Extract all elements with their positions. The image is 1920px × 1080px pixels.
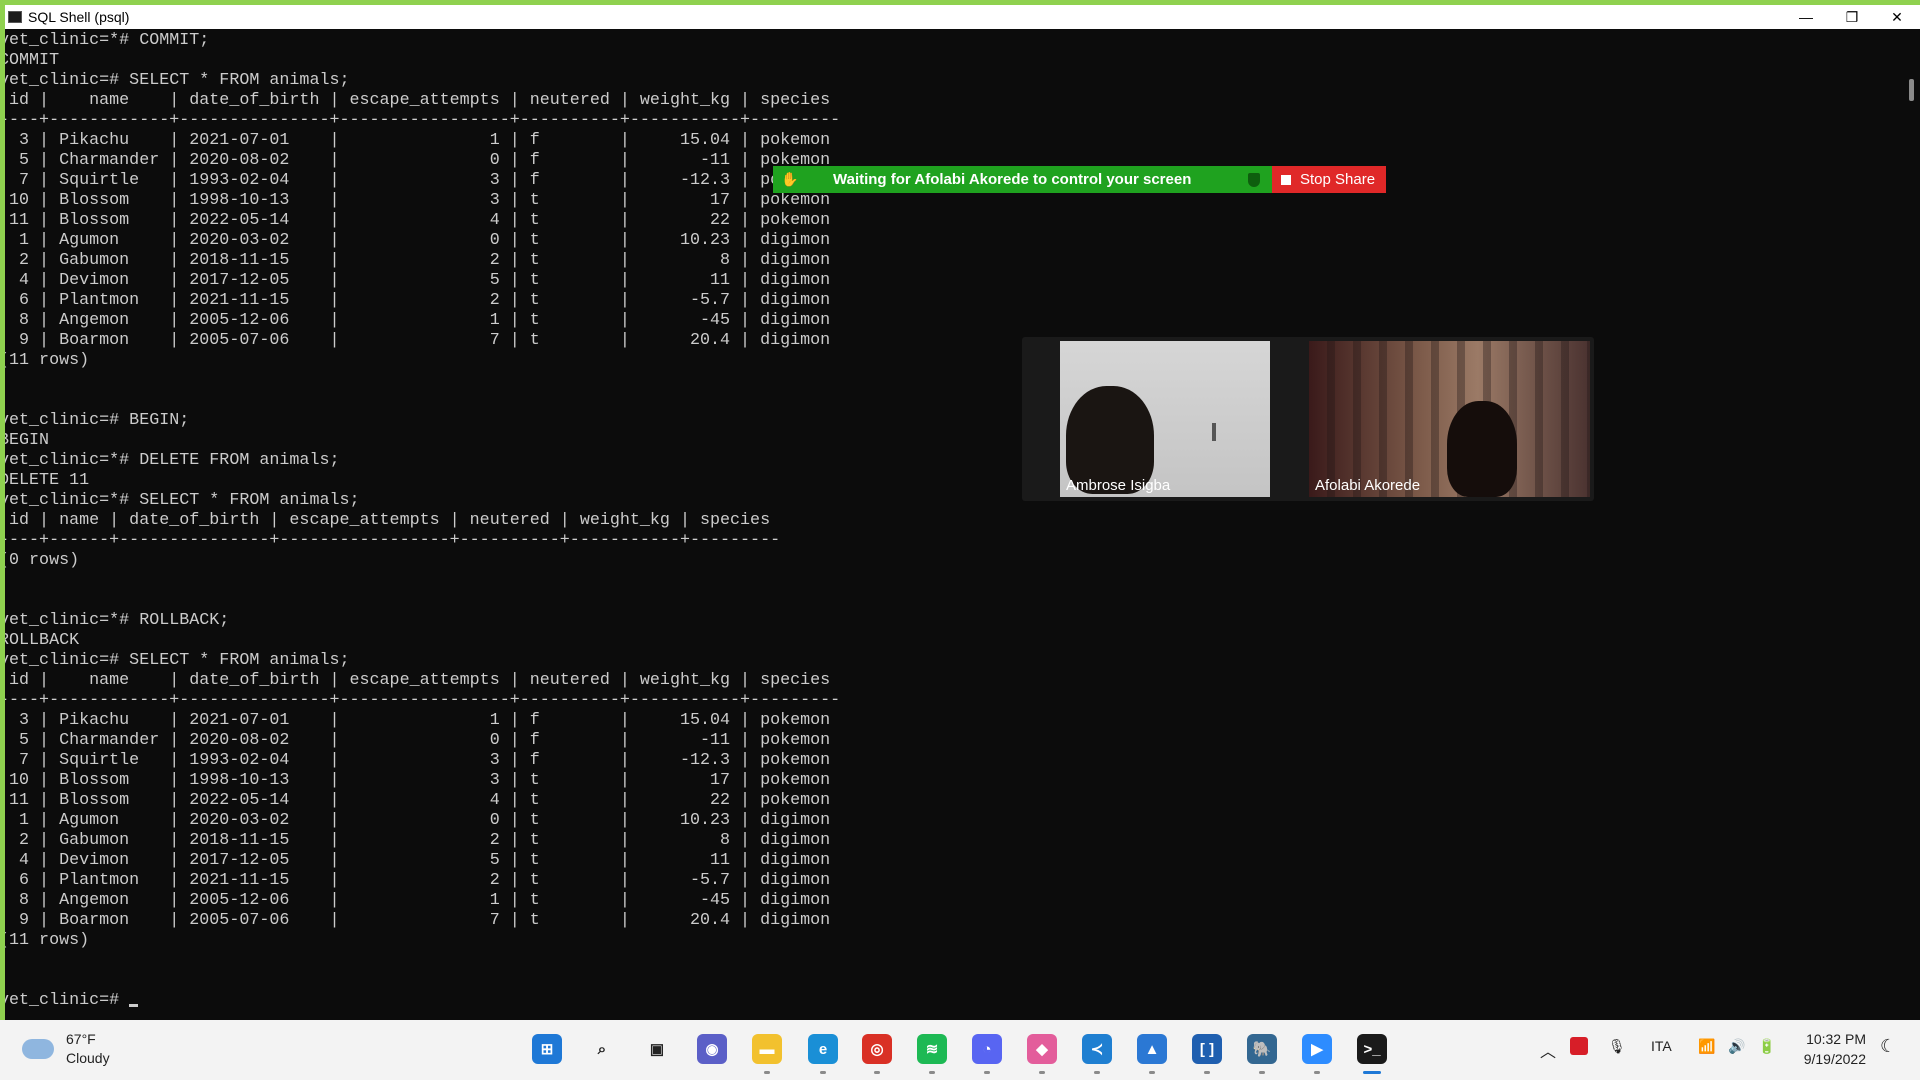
running-indicator	[764, 1071, 770, 1074]
terminal-app-icon	[8, 11, 22, 23]
video-tile[interactable]: Afolabi Akorede	[1309, 341, 1590, 497]
cloud-icon	[22, 1039, 54, 1059]
chrome-icon[interactable]: ◎	[862, 1034, 892, 1064]
terminal-icon[interactable]: >_	[1357, 1034, 1387, 1064]
clock-time: 10:32 PM	[1806, 1031, 1866, 1047]
running-indicator	[1314, 1071, 1320, 1074]
chat-icon[interactable]: ◉	[697, 1034, 727, 1064]
running-indicator	[1363, 1071, 1381, 1074]
zoom-icon[interactable]: ▶	[1302, 1034, 1332, 1064]
app-bracket-icon[interactable]: [ ]	[1192, 1034, 1222, 1064]
video-gallery[interactable]: Ambrose Isigba Afolabi Akorede	[1022, 337, 1594, 501]
clock-date: 9/19/2022	[1803, 1051, 1866, 1067]
maximize-button[interactable]: ❐	[1829, 5, 1875, 29]
running-indicator	[1149, 1071, 1155, 1074]
wifi-icon[interactable]: 📶	[1698, 1038, 1715, 1055]
task-view-icon[interactable]: ▣	[642, 1034, 672, 1064]
running-indicator	[984, 1071, 990, 1074]
microphone-icon[interactable]: 🎙	[1608, 1038, 1626, 1055]
hand-icon: ✋	[781, 171, 799, 187]
weather-temp: 67°F	[66, 1031, 96, 1047]
discord-icon[interactable]: ◔	[972, 1034, 1002, 1064]
stop-share-label: Stop Share	[1300, 171, 1376, 188]
share-status: ✋ Waiting for Afolabi Akorede to control…	[773, 166, 1272, 193]
running-indicator	[929, 1071, 935, 1074]
running-indicator	[1039, 1071, 1045, 1074]
file-explorer-icon[interactable]: ▬	[752, 1034, 782, 1064]
edge-icon[interactable]: e	[808, 1034, 838, 1064]
start-icon[interactable]: ⊞	[532, 1034, 562, 1064]
scrollbar[interactable]	[1903, 31, 1920, 1021]
search-icon[interactable]: ⌕	[587, 1034, 617, 1064]
scrollbar-thumb[interactable]	[1909, 79, 1914, 101]
share-status-message: Waiting for Afolabi Akorede to control y…	[833, 171, 1192, 188]
language-indicator[interactable]: ITA	[1651, 1038, 1672, 1054]
minimize-button[interactable]: —	[1783, 5, 1829, 29]
video-tile[interactable]: Ambrose Isigba	[1060, 341, 1270, 497]
wall-mark	[1212, 423, 1216, 441]
taskbar: 67°F Cloudy ⊞ ⌕ ▣ ◉ ▬ e ◎ ≋ ◔ ◆ ≺ ▲[ ] 🐘 ▶ >_ ︿ 🎙 ITA …	[0, 1020, 1920, 1080]
stop-icon	[1281, 174, 1291, 185]
app-diamond-icon[interactable]: ◆	[1027, 1034, 1057, 1064]
chevron-up-icon[interactable]: ︿	[1540, 1038, 1556, 1062]
terminal-window: SQL Shell (psql) — ❐ ✕ vet_clinic=*# COM…	[5, 5, 1920, 1021]
pgadmin-icon[interactable]: 🐘	[1247, 1034, 1277, 1064]
weather-widget[interactable]: 67°F Cloudy	[22, 1030, 110, 1068]
moon-icon[interactable]: ☾	[1880, 1036, 1896, 1057]
running-indicator	[820, 1071, 826, 1074]
text-cursor	[129, 1004, 139, 1007]
clock[interactable]: 10:32 PM 9/19/2022	[1804, 1029, 1866, 1069]
weather-condition: Cloudy	[66, 1050, 110, 1066]
window-title: SQL Shell (psql)	[28, 9, 130, 25]
close-button[interactable]: ✕	[1874, 5, 1920, 29]
photos-icon[interactable]: ▲	[1137, 1034, 1167, 1064]
participant-video	[1447, 401, 1517, 497]
battery-icon[interactable]: 🔋	[1758, 1038, 1775, 1055]
pdf-tray-icon[interactable]	[1570, 1037, 1588, 1055]
running-indicator	[874, 1071, 880, 1074]
spotify-icon[interactable]: ≋	[917, 1034, 947, 1064]
running-indicator	[1259, 1071, 1265, 1074]
volume-icon[interactable]: 🔊	[1728, 1038, 1745, 1055]
running-indicator	[1094, 1071, 1100, 1074]
participant-name: Afolabi Akorede	[1315, 477, 1421, 494]
shield-icon	[1248, 172, 1260, 187]
title-bar[interactable]: SQL Shell (psql) — ❐ ✕	[5, 5, 1920, 29]
vscode-icon[interactable]: ≺	[1082, 1034, 1112, 1064]
participant-name: Ambrose Isigba	[1066, 477, 1171, 494]
stop-share-button[interactable]: Stop Share	[1272, 166, 1386, 193]
running-indicator	[1204, 1071, 1210, 1074]
screen-share-bar: ✋ Waiting for Afolabi Akorede to control…	[773, 166, 1386, 193]
